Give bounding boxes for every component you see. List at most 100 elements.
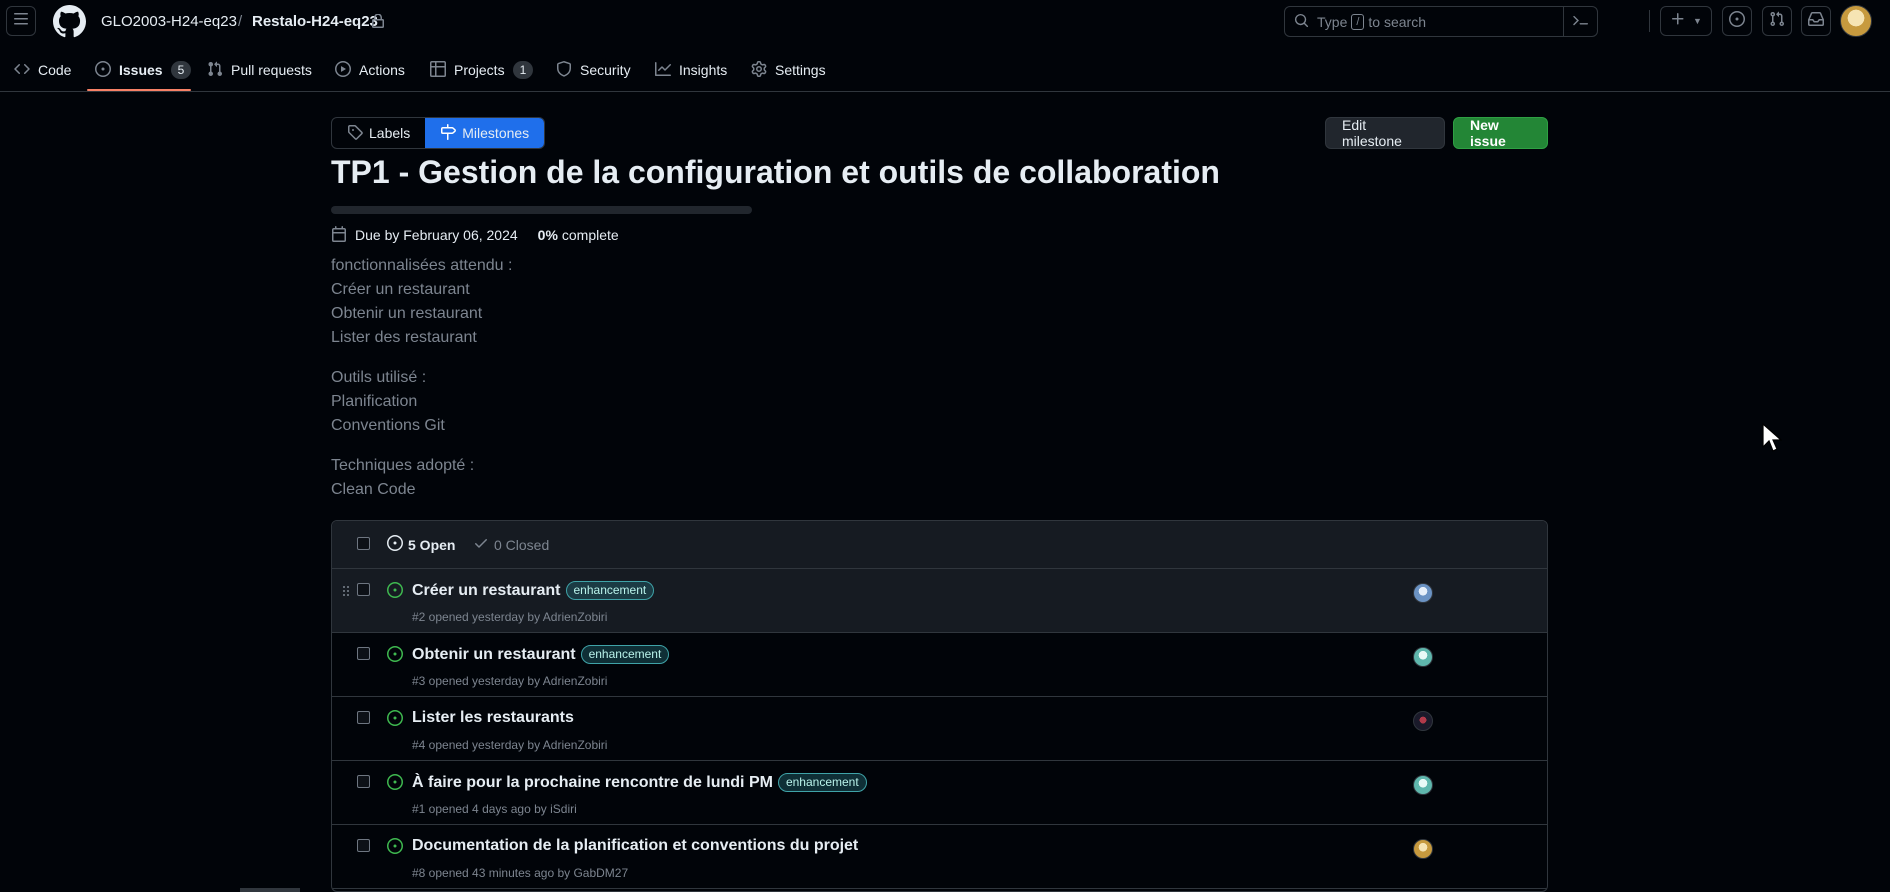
- search-input[interactable]: Type / to search: [1284, 6, 1598, 37]
- hamburger-menu-button[interactable]: [6, 6, 36, 36]
- plus-icon: [1670, 11, 1686, 32]
- search-placeholder-prefix: Type: [1317, 13, 1348, 30]
- issue-title-wrap: Lister les restaurants: [412, 709, 574, 727]
- open-issues-label: 5 Open: [408, 536, 456, 553]
- issue-label-badge[interactable]: enhancement: [777, 773, 867, 792]
- play-icon: [335, 60, 359, 80]
- issues-list-header: 5 Open 0 Closed: [332, 521, 1547, 569]
- issue-label-badge[interactable]: enhancement: [580, 645, 670, 664]
- issue-row[interactable]: Lister les restaurants #4 opened yesterd…: [332, 697, 1547, 761]
- issue-row[interactable]: Obtenir un restaurant enhancement #3 ope…: [332, 633, 1547, 697]
- issue-checkbox[interactable]: [357, 711, 370, 724]
- assignee-avatar[interactable]: [1413, 647, 1433, 667]
- labels-milestones-subnav: Labels Milestones: [331, 117, 546, 149]
- tab-security[interactable]: Security: [556, 58, 631, 82]
- issue-opened-icon: [1729, 10, 1745, 32]
- closed-issues-label: 0 Closed: [494, 536, 550, 553]
- tab-actions-label: Actions: [359, 62, 405, 78]
- issue-meta: #3 opened yesterday by AdrienZobiri: [412, 674, 608, 688]
- issue-title-wrap: Documentation de la planification et con…: [412, 837, 858, 855]
- command-palette-button[interactable]: [1563, 6, 1597, 37]
- issue-row[interactable]: Créer un restaurant enhancement #2 opene…: [332, 569, 1547, 633]
- milestone-due-date: Due by February 06, 2024: [355, 227, 518, 243]
- milestone-progress-bar: [331, 206, 752, 214]
- notifications-button[interactable]: [1801, 6, 1831, 36]
- description-line: Conventions Git: [331, 417, 445, 434]
- issue-opened-icon: [387, 535, 408, 554]
- tab-insights[interactable]: Insights: [655, 58, 727, 82]
- tab-projects-label: Projects: [454, 62, 505, 78]
- lock-icon: [372, 13, 384, 28]
- your-issues-button[interactable]: [1722, 6, 1752, 36]
- issue-meta: #4 opened yesterday by AdrienZobiri: [412, 738, 608, 752]
- issue-label-badge[interactable]: enhancement: [565, 581, 655, 600]
- your-pull-requests-button[interactable]: [1762, 6, 1792, 36]
- issue-checkbox[interactable]: [357, 583, 370, 596]
- labels-tab[interactable]: Labels: [332, 118, 425, 148]
- issue-row[interactable]: À faire pour la prochaine rencontre de l…: [332, 761, 1547, 825]
- description-line: fonctionnalisées attendu :: [331, 257, 513, 274]
- assignee-avatar[interactable]: [1413, 711, 1433, 731]
- tab-code-label: Code: [38, 62, 72, 78]
- create-new-button[interactable]: ▼: [1660, 6, 1712, 36]
- description-line: Outils utilisé :: [331, 369, 427, 386]
- tab-code[interactable]: Code: [14, 58, 71, 82]
- tab-issues[interactable]: Issues 5: [95, 58, 192, 82]
- breadcrumb-owner[interactable]: GLO2003-H24-eq23: [101, 13, 237, 30]
- hamburger-icon: [13, 11, 29, 32]
- tab-settings[interactable]: Settings: [751, 58, 826, 82]
- projects-count-badge: 1: [512, 61, 534, 79]
- user-avatar[interactable]: [1840, 5, 1872, 37]
- issue-row[interactable]: Documentation de la planification et con…: [332, 825, 1547, 889]
- graph-icon: [655, 61, 679, 80]
- issue-title-link[interactable]: Lister les restaurants: [412, 709, 574, 727]
- description-block-features: fonctionnalisées attendu : Créer un rest…: [331, 254, 512, 350]
- drag-handle-icon[interactable]: [342, 584, 350, 596]
- issue-title-link[interactable]: Créer un restaurant: [412, 582, 561, 600]
- tab-pull-requests[interactable]: Pull requests: [207, 58, 312, 82]
- tab-insights-label: Insights: [679, 62, 728, 78]
- issue-title-link[interactable]: À faire pour la prochaine rencontre de l…: [412, 774, 773, 792]
- edit-milestone-button[interactable]: Edit milestone: [1325, 117, 1445, 149]
- assignee-avatar[interactable]: [1413, 839, 1433, 859]
- tab-pull-requests-label: Pull requests: [231, 62, 312, 78]
- new-issue-button[interactable]: New issue: [1453, 117, 1548, 149]
- open-issues-filter[interactable]: 5 Open: [387, 535, 455, 554]
- pull-request-icon: [1769, 11, 1785, 32]
- issue-checkbox[interactable]: [357, 775, 370, 788]
- select-all-checkbox[interactable]: [357, 537, 370, 550]
- assignee-avatar[interactable]: [1413, 775, 1433, 795]
- tab-actions[interactable]: Actions: [335, 58, 405, 82]
- tab-settings-label: Settings: [775, 62, 826, 78]
- issue-checkbox[interactable]: [357, 647, 370, 660]
- milestones-tab[interactable]: Milestones: [425, 118, 545, 148]
- issue-opened-icon: [387, 710, 403, 726]
- mouse-cursor-icon: [1762, 422, 1783, 453]
- github-logo[interactable]: [52, 5, 86, 38]
- issue-title-wrap: Obtenir un restaurant enhancement: [412, 645, 670, 664]
- repo-nav: Code Issues 5 Pull requests Actions Proj…: [0, 50, 1890, 92]
- milestone-title: TP1 - Gestion de la configuration et out…: [331, 154, 1220, 190]
- issue-title-link[interactable]: Obtenir un restaurant: [412, 646, 576, 664]
- milestone-percent-label: complete: [561, 227, 619, 243]
- tab-projects[interactable]: Projects 1: [430, 58, 534, 82]
- breadcrumb-repo[interactable]: Restalo-H24-eq23: [252, 13, 378, 30]
- milestone-icon: [440, 123, 462, 143]
- search-shortcut-key: /: [1351, 13, 1365, 30]
- issue-meta: #2 opened yesterday by AdrienZobiri: [412, 610, 608, 624]
- issue-title-link[interactable]: Documentation de la planification et con…: [412, 837, 858, 855]
- closed-issues-filter[interactable]: 0 Closed: [473, 535, 549, 554]
- assignee-avatar[interactable]: [1413, 583, 1433, 603]
- issue-title-wrap: Créer un restaurant enhancement: [412, 581, 655, 600]
- milestone-percent: 0%: [537, 227, 558, 243]
- horizontal-scrollbar[interactable]: [240, 888, 300, 892]
- issues-count-badge: 5: [170, 61, 192, 79]
- description-line: Créer un restaurant: [331, 281, 470, 298]
- shield-icon: [556, 60, 580, 80]
- issue-checkbox[interactable]: [357, 839, 370, 852]
- chevron-down-icon: ▼: [1693, 16, 1702, 26]
- active-tab-indicator: [87, 89, 191, 91]
- global-header: GLO2003-H24-eq23 / Restalo-H24-eq23 Type…: [0, 0, 1890, 92]
- description-line: Obtenir un restaurant: [331, 305, 483, 322]
- tab-issues-label: Issues: [119, 62, 163, 78]
